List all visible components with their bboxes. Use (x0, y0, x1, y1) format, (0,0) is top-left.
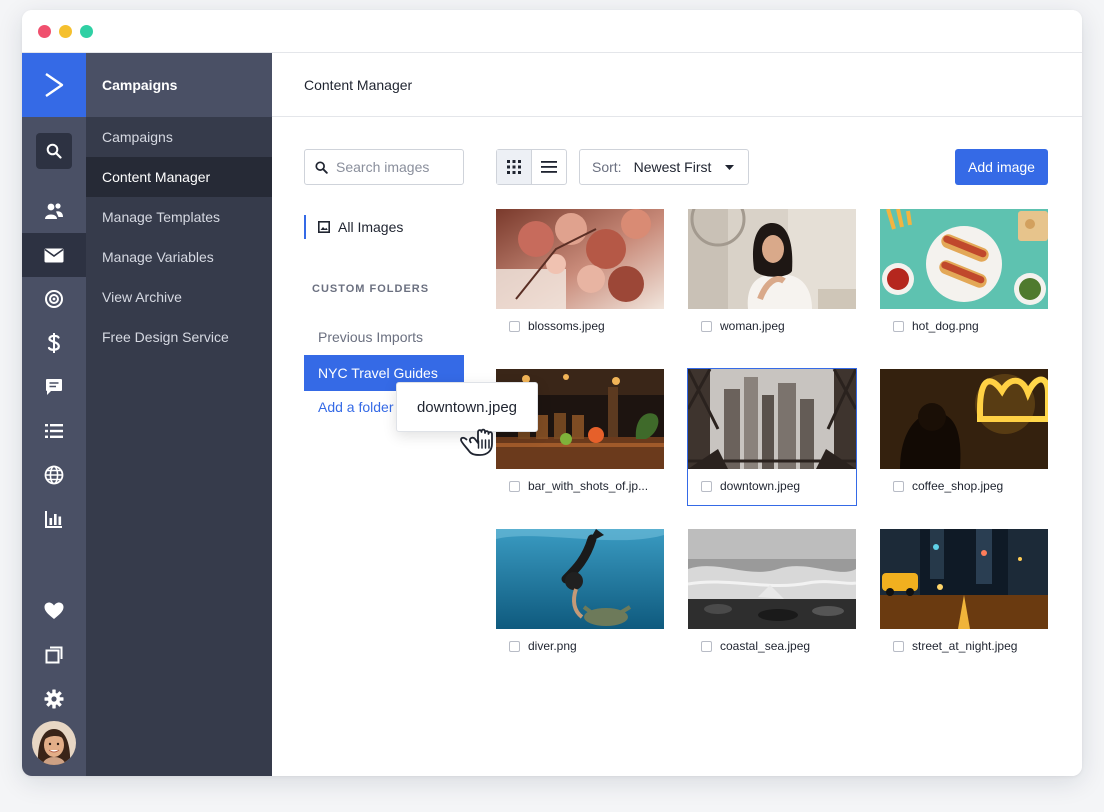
image-card-street-at-night[interactable]: street_at_night.jpeg (880, 529, 1048, 665)
image-card-coastal-sea[interactable]: coastal_sea.jpeg (688, 529, 856, 665)
rail-reports[interactable] (22, 497, 86, 541)
image-card-hot-dog[interactable]: hot_dog.png (880, 209, 1048, 345)
minimize-window-button[interactable] (59, 25, 72, 38)
close-window-button[interactable] (38, 25, 51, 38)
rail-settings[interactable] (22, 677, 86, 721)
image-icon (318, 221, 330, 233)
image-select-checkbox[interactable] (893, 640, 904, 652)
image-filename: diver.png (528, 639, 577, 653)
grid-icon (506, 160, 521, 174)
view-mode-toggle (496, 149, 567, 185)
image-filename: coastal_sea.jpeg (720, 639, 811, 653)
image-filename: blossoms.jpeg (528, 319, 605, 333)
image-select-checkbox[interactable] (893, 320, 904, 332)
image-thumbnail[interactable] (688, 209, 856, 309)
rail-automations[interactable] (22, 277, 86, 321)
subnav-title: Campaigns (86, 53, 272, 117)
rail-lists[interactable] (22, 409, 86, 453)
icon-rail (22, 53, 86, 776)
add-image-button[interactable]: Add image (955, 149, 1048, 185)
page-title: Content Manager (272, 53, 1082, 117)
rail-site[interactable] (22, 453, 86, 497)
search-input[interactable] (336, 159, 456, 175)
maximize-window-button[interactable] (80, 25, 93, 38)
image-filename: hot_dog.png (912, 319, 979, 333)
subnav-item-campaigns[interactable]: Campaigns (86, 117, 272, 157)
list-icon (45, 424, 63, 438)
image-select-checkbox[interactable] (509, 640, 520, 652)
image-card-downtown[interactable]: downtown.jpeg (687, 368, 857, 506)
grab-cursor-icon (460, 428, 493, 456)
image-thumbnail[interactable] (880, 209, 1048, 309)
subnav-item-view-archive[interactable]: View Archive (86, 277, 272, 317)
folder-previous-imports[interactable]: Previous Imports (304, 319, 464, 355)
pages-icon (45, 646, 63, 664)
subnav-item-manage-templates[interactable]: Manage Templates (86, 197, 272, 237)
content-manager-panel: Content Manager All Images CUSTOM FOLDER… (272, 53, 1082, 776)
contacts-icon (45, 203, 63, 219)
image-card-coffee-shop[interactable]: coffee_shop.jpeg (880, 369, 1048, 505)
list-lines-icon (540, 161, 557, 173)
image-filename: bar_with_shots_of.jp... (528, 479, 649, 493)
image-select-checkbox[interactable] (701, 480, 712, 492)
target-icon (45, 290, 63, 308)
subnav-item-free-design-service[interactable]: Free Design Service (86, 317, 272, 357)
image-thumbnail[interactable] (688, 529, 856, 629)
all-images-label: All Images (338, 219, 404, 235)
image-filename: coffee_shop.jpeg (912, 479, 1004, 493)
image-select-checkbox[interactable] (509, 480, 520, 492)
rail-search[interactable] (22, 129, 86, 173)
rail-conversations[interactable] (22, 365, 86, 409)
image-thumbnail[interactable] (880, 529, 1048, 629)
sort-dropdown[interactable]: Sort: Newest First (579, 149, 749, 185)
rail-contacts[interactable] (22, 189, 86, 233)
all-images-link[interactable]: All Images (304, 215, 403, 239)
dollar-icon (47, 333, 60, 353)
chevron-right-icon (45, 73, 64, 97)
image-filename: downtown.jpeg (720, 479, 801, 493)
add-folder-link[interactable]: Add a folder (318, 399, 394, 415)
chat-icon (46, 379, 62, 395)
subnav-item-content-manager[interactable]: Content Manager (86, 157, 272, 197)
image-filename: street_at_night.jpeg (912, 639, 1018, 653)
custom-folders-heading: CUSTOM FOLDERS (312, 283, 430, 295)
user-avatar[interactable] (32, 721, 76, 765)
search-icon (46, 143, 62, 159)
rail-pages[interactable] (22, 633, 86, 677)
image-card-blossoms[interactable]: blossoms.jpeg (496, 209, 664, 345)
reports-icon (45, 511, 62, 528)
campaigns-subnav: Campaigns Campaigns Content Manager Mana… (86, 53, 272, 776)
grid-view-button[interactable] (497, 150, 532, 184)
image-card-diver[interactable]: diver.png (496, 529, 664, 665)
image-select-checkbox[interactable] (893, 480, 904, 492)
rail-favorites[interactable] (22, 589, 86, 633)
rail-deals[interactable] (22, 321, 86, 365)
image-thumbnail[interactable] (880, 369, 1048, 469)
globe-icon (44, 465, 64, 485)
subnav-item-manage-variables[interactable]: Manage Variables (86, 237, 272, 277)
sort-value: Newest First (633, 159, 712, 175)
list-view-button[interactable] (532, 150, 567, 184)
mail-icon (44, 248, 64, 262)
image-thumbnail[interactable] (496, 529, 664, 629)
caret-down-icon (725, 164, 735, 170)
sort-label: Sort: (592, 159, 622, 175)
rail-mail[interactable] (22, 233, 86, 277)
image-select-checkbox[interactable] (701, 320, 712, 332)
app-logo[interactable] (22, 53, 86, 117)
image-select-checkbox[interactable] (701, 640, 712, 652)
title-bar (22, 10, 1082, 53)
image-card-woman[interactable]: woman.jpeg (688, 209, 856, 345)
image-filename: woman.jpeg (720, 319, 785, 333)
app-window: Campaigns Campaigns Content Manager Mana… (22, 10, 1082, 776)
image-select-checkbox[interactable] (509, 320, 520, 332)
heart-icon (44, 602, 64, 619)
gear-icon (44, 689, 64, 709)
image-thumbnail[interactable] (688, 369, 856, 469)
search-field[interactable] (304, 149, 464, 185)
search-icon (315, 160, 328, 174)
image-thumbnail[interactable] (496, 209, 664, 309)
